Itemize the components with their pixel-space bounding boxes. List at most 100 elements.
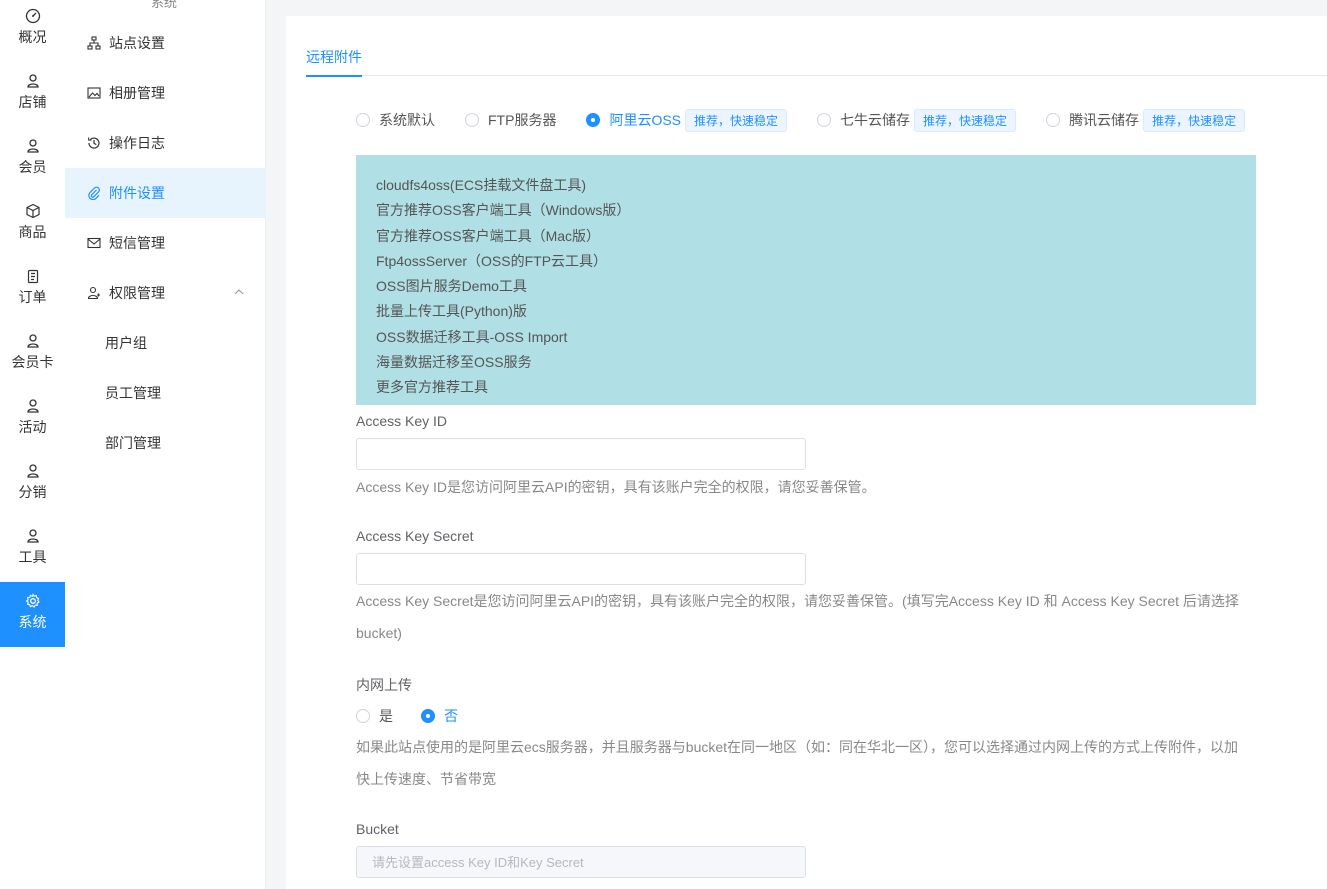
tool-link[interactable]: 批量上传工具(Python)版 [376,299,1236,324]
sidebar-item-label: 附件设置 [109,185,165,201]
rail-item-distribution[interactable]: 分销 [0,455,65,520]
sitemap-icon [87,36,101,50]
rail-item-activity[interactable]: 活动 [0,390,65,455]
radio-label: 系统默认 [379,112,435,128]
access-key-secret-help-cont: bucket) [356,625,402,641]
rail-item-member[interactable]: 会员 [0,130,65,195]
sidebar-item-staff[interactable]: 员工管理 [65,368,266,418]
rail-item-label: 概况 [18,29,47,45]
mail-icon [87,237,101,249]
sidebar-item-label: 部门管理 [105,435,161,451]
tool-link[interactable]: OSS图片服务Demo工具 [376,274,1236,299]
rail-item-member-card[interactable]: 会员卡 [0,325,65,390]
rail-item-label: 系统 [18,614,47,630]
radio-system-default[interactable]: 系统默认 [356,110,435,130]
sidebar-item-permissions[interactable]: 权限管理 [65,268,266,318]
radio-circle[interactable] [586,113,601,127]
rail-item-label: 分销 [18,484,47,500]
radio-aliyun-oss[interactable]: 阿里云OSS 推荐，快速稳定 [586,108,788,132]
tab-active-underline [306,75,362,77]
oss-tools-info-box: cloudfs4oss(ECS挂载文件盘工具) 官方推荐OSS客户端工具（Win… [356,155,1256,405]
user-icon [26,399,39,413]
tab-label: 远程附件 [306,49,362,65]
recommend-tag: 推荐，快速稳定 [685,108,788,132]
user-icon [26,529,39,543]
sidebar-item-label: 相册管理 [109,85,165,101]
tool-link[interactable]: OSS数据迁移工具-OSS Import [376,325,1236,350]
cube-icon [25,203,40,219]
dashboard-icon [25,8,40,24]
tool-link[interactable]: 官方推荐OSS客户端工具（Windows版） [376,198,1236,223]
rail-item-system[interactable]: 系统 [0,582,65,647]
tab-bar: 远程附件 [306,46,1327,77]
sidebar-item-sms[interactable]: 短信管理 [65,218,266,268]
gear-icon [25,593,40,608]
sidebar-item-album[interactable]: 相册管理 [65,68,266,118]
sidebar-item-label: 权限管理 [109,285,165,301]
storage-type-radio-group: 系统默认 FTP服务器 阿里云OSS 推荐，快速稳定 七牛云储存 推荐，快速稳定… [356,108,1275,132]
rail-item-orders[interactable]: 订单 [0,260,65,325]
recommend-tag: 推荐，快速稳定 [914,108,1017,132]
rail-item-label: 工具 [18,549,47,565]
user-icon [26,464,39,478]
sidebar-item-user-group[interactable]: 用户组 [65,318,266,368]
user-group-icon [87,286,100,300]
tool-link[interactable]: 海量数据迁移至OSS服务 [376,350,1236,375]
intranet-upload-label: 内网上传 [356,677,412,693]
bucket-label: Bucket [356,821,399,837]
tool-link[interactable]: Ftp4ossServer（OSS的FTP云工具） [376,249,1236,274]
paperclip-icon [88,186,100,200]
radio-label: FTP服务器 [488,112,557,128]
radio-circle[interactable] [1046,113,1061,127]
radio-label: 是 [379,708,393,724]
rail-item-label: 活动 [18,419,47,435]
sidebar-section-title: 系统 [151,0,178,10]
rail-item-tools[interactable]: 工具 [0,520,65,585]
radio-circle[interactable] [465,113,479,127]
radio-ftp[interactable]: FTP服务器 [465,110,556,130]
radio-intranet-yes[interactable]: 是 [356,706,393,726]
rail-item-overview[interactable]: 概况 [0,0,65,65]
tab-remote-attachment[interactable]: 远程附件 [306,46,362,77]
tool-link[interactable]: 更多官方推荐工具 [376,375,1236,400]
radio-circle[interactable] [817,113,832,127]
sidebar-item-site-settings[interactable]: 站点设置 [65,18,266,68]
rail-item-goods[interactable]: 商品 [0,195,65,260]
radio-intranet-no[interactable]: 否 [421,706,458,726]
user-icon [26,74,39,88]
radio-circle[interactable] [421,709,435,723]
radio-circle[interactable] [356,709,370,723]
sidebar-item-department[interactable]: 部门管理 [65,418,266,468]
sidebar-item-label: 站点设置 [109,35,165,51]
sidebar-item-label: 操作日志 [109,135,165,151]
bucket-input[interactable] [356,846,806,878]
radio-label: 否 [444,708,458,724]
rail-item-label: 订单 [18,289,47,305]
radio-qiniu[interactable]: 七牛云储存 推荐，快速稳定 [817,108,1017,132]
rail-item-store[interactable]: 店铺 [0,65,65,130]
rail-item-label: 商品 [18,224,47,240]
intranet-upload-help-cont: 快上传速度、节省带宽 [356,771,496,787]
intranet-upload-help: 如果此站点使用的是阿里云ecs服务器，并且服务器与bucket在同一地区（如：同… [356,739,1239,755]
access-key-secret-input[interactable] [356,553,806,585]
chevron-up-icon[interactable] [234,287,244,297]
tool-link[interactable]: 官方推荐OSS客户端工具（Mac版） [376,224,1236,249]
settings-sidebar: 系统 站点设置 相册管理 操作日志 附件设置 短信管理 权限管理 用户组 员工管… [65,0,266,889]
access-key-secret-label: Access Key Secret [356,528,474,544]
sidebar-item-attachment-settings[interactable]: 附件设置 [65,168,266,218]
access-key-secret-help: Access Key Secret是您访问阿里云API的密钥，具有该账户完全的权… [356,593,1239,609]
radio-tencent[interactable]: 腾讯云储存 推荐，快速稳定 [1046,108,1246,132]
rail-item-label: 会员卡 [11,354,54,370]
intranet-upload-radio-group: 是 否 [356,706,486,726]
clipboard-icon [27,269,38,284]
access-key-id-input[interactable] [356,438,806,470]
sidebar-item-operation-log[interactable]: 操作日志 [65,118,266,168]
radio-circle[interactable] [356,113,370,127]
radio-label: 阿里云OSS [609,112,682,128]
access-key-id-help: Access Key ID是您访问阿里云API的密钥，具有该账户完全的权限，请您… [356,479,876,495]
tool-link[interactable]: cloudfs4oss(ECS挂载文件盘工具) [376,173,1236,198]
rail-item-label: 会员 [18,159,47,175]
main-nav-rail: 概况 店铺 会员 商品 订单 会员卡 活动 分销 工具 系统 [0,0,65,889]
rail-item-label: 店铺 [18,94,47,110]
user-icon [26,334,39,348]
